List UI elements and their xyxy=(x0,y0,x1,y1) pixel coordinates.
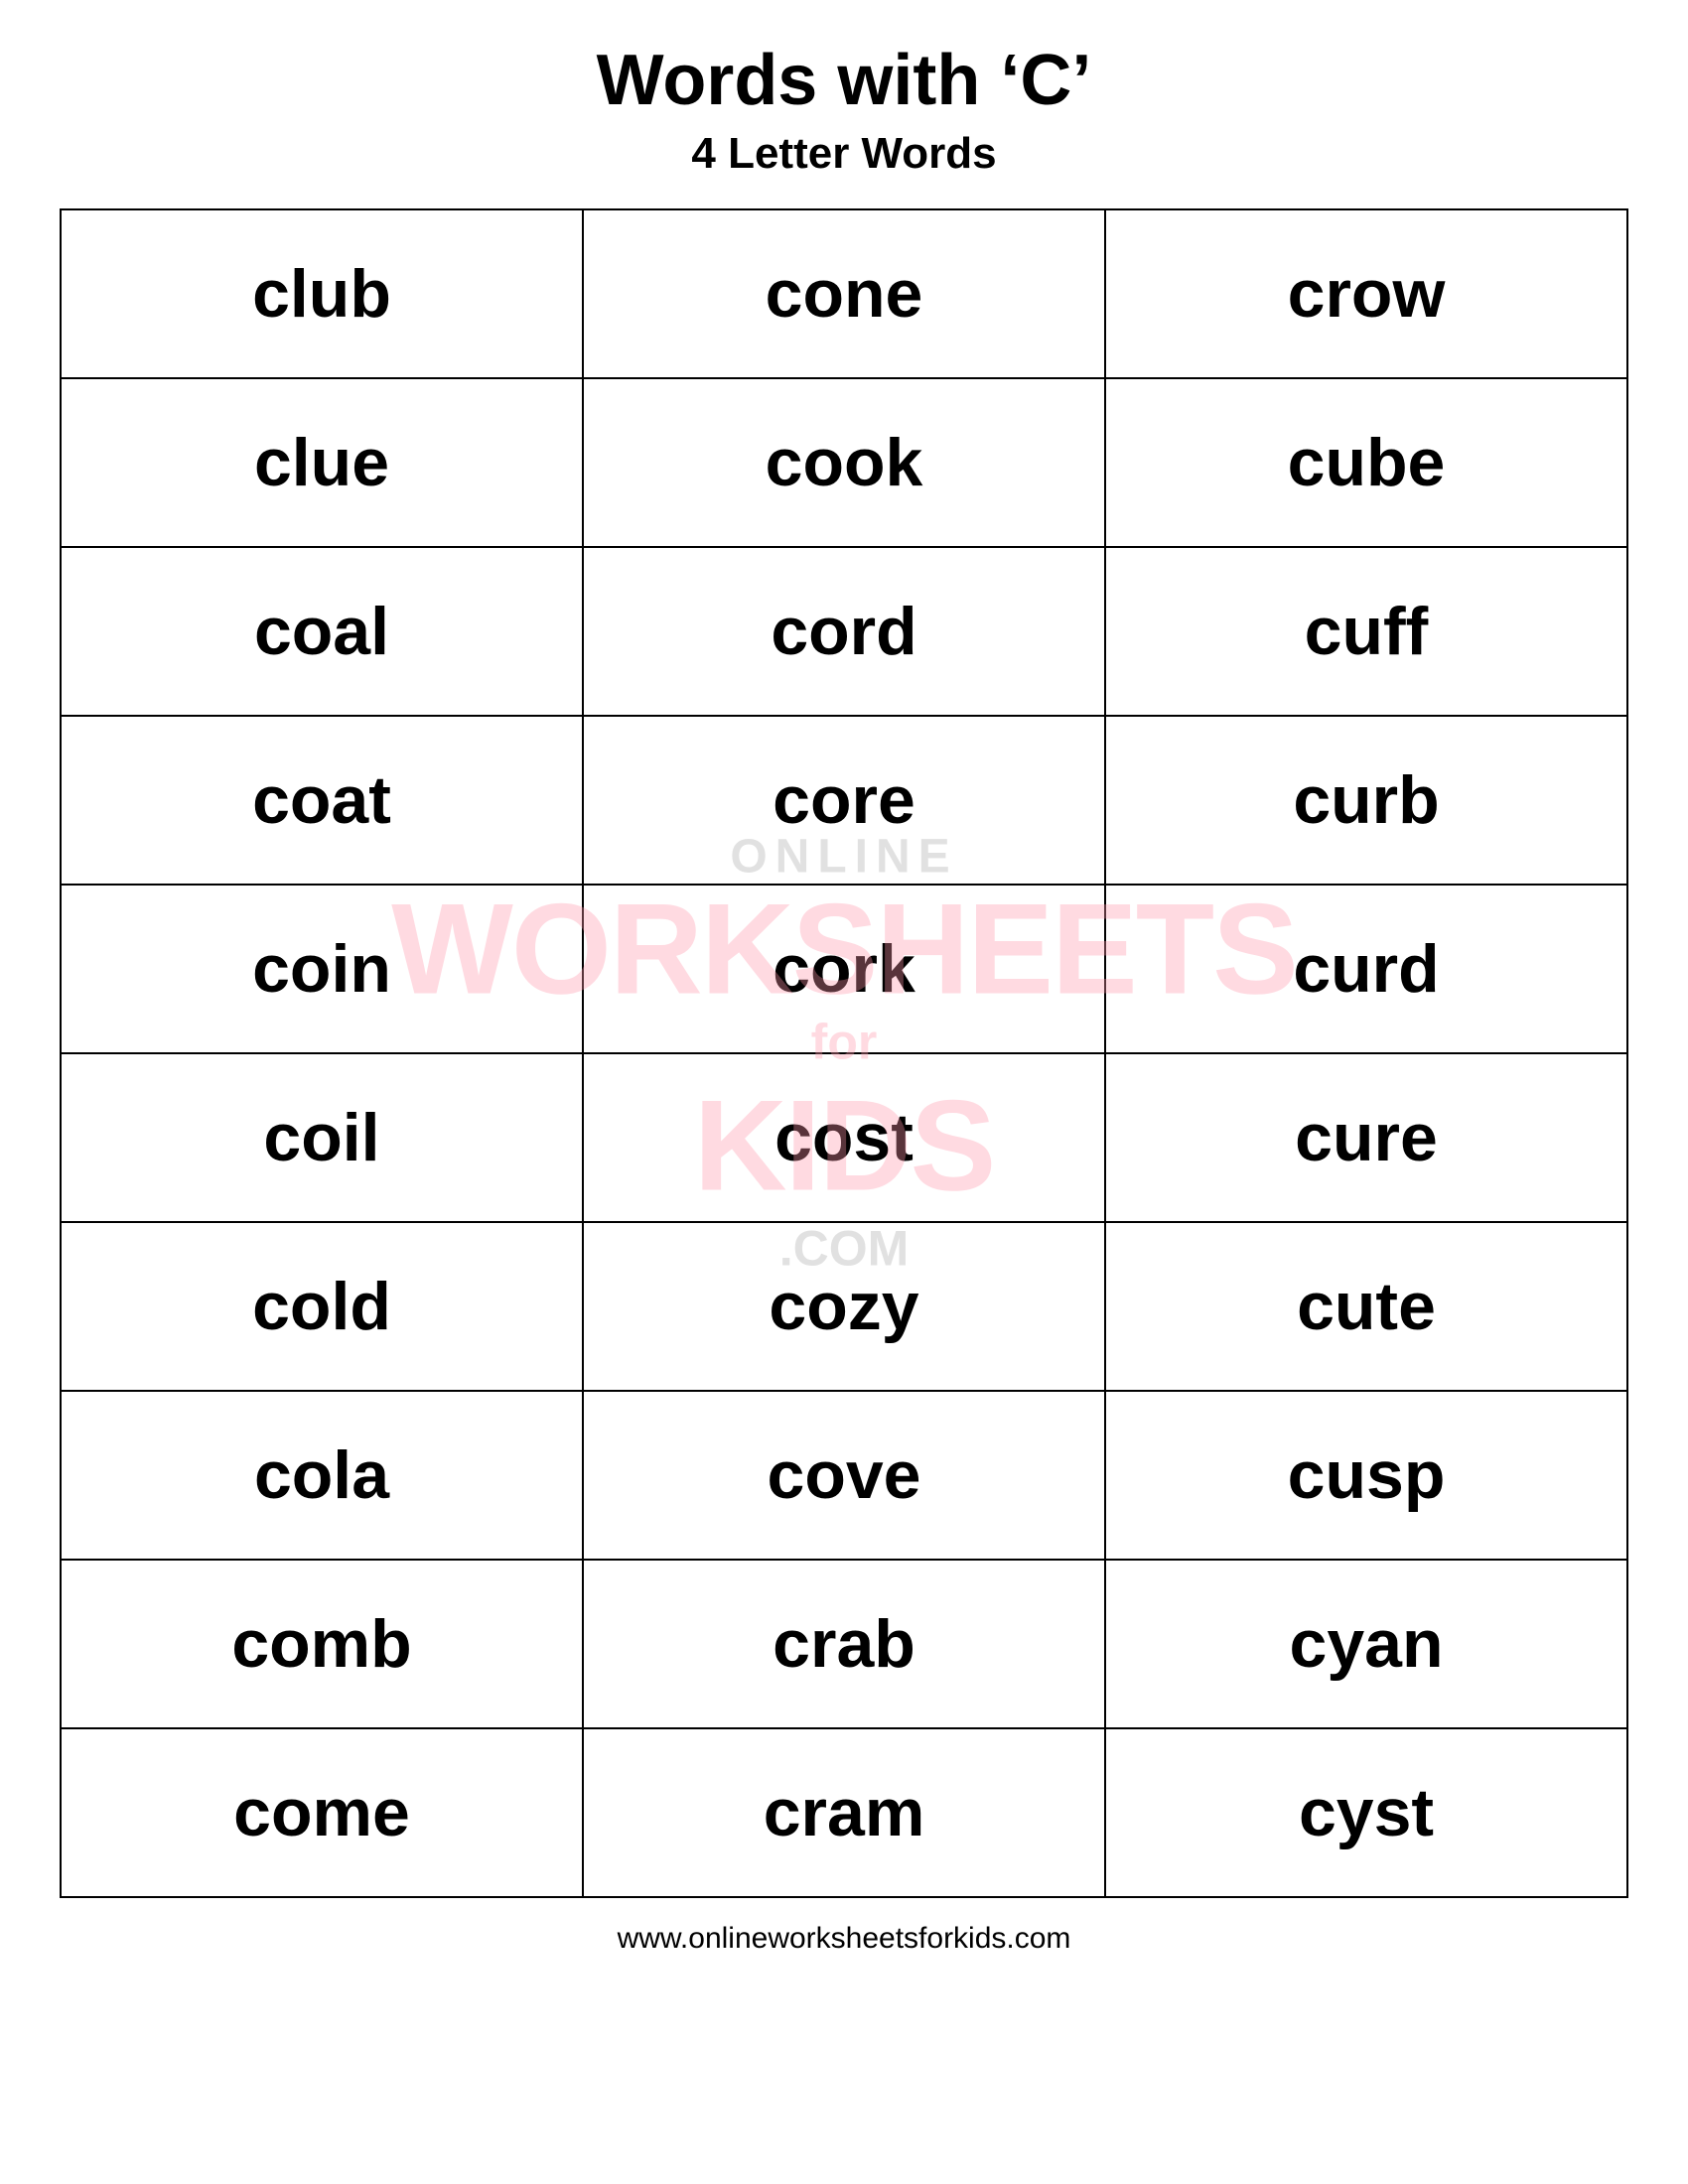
word-cyan: cyan xyxy=(1116,1605,1617,1683)
word-crow: crow xyxy=(1116,255,1617,333)
word-cost: cost xyxy=(594,1099,1094,1176)
table-cell-1-2: cube xyxy=(1105,378,1627,547)
table-cell-2-0: coal xyxy=(61,547,583,716)
table-cell-6-0: cold xyxy=(61,1222,583,1391)
table-cell-5-2: cure xyxy=(1105,1053,1627,1222)
word-core: core xyxy=(594,761,1094,839)
table-cell-4-0: coin xyxy=(61,885,583,1053)
table-cell-2-2: cuff xyxy=(1105,547,1627,716)
table-cell-2-1: cord xyxy=(583,547,1105,716)
table-cell-8-0: comb xyxy=(61,1560,583,1728)
table-cell-4-2: curd xyxy=(1105,885,1627,1053)
word-coat: coat xyxy=(71,761,572,839)
word-cram: cram xyxy=(594,1774,1094,1851)
table-cell-7-0: cola xyxy=(61,1391,583,1560)
word-cola: cola xyxy=(71,1436,572,1514)
table-row: cola cove cusp xyxy=(61,1391,1627,1560)
word-cure: cure xyxy=(1116,1099,1617,1176)
page-subtitle: 4 Letter Words xyxy=(691,129,996,179)
table-cell-9-1: cram xyxy=(583,1728,1105,1897)
word-comb: comb xyxy=(71,1605,572,1683)
word-coil: coil xyxy=(71,1099,572,1176)
table-row: coil cost cure xyxy=(61,1053,1627,1222)
table-row: coin cork curd xyxy=(61,885,1627,1053)
table-cell-3-1: core xyxy=(583,716,1105,885)
word-clue: clue xyxy=(71,424,572,501)
table-row: coat core curb xyxy=(61,716,1627,885)
table-row: clue cook cube xyxy=(61,378,1627,547)
word-cork: cork xyxy=(594,930,1094,1008)
word-curb: curb xyxy=(1116,761,1617,839)
word-crab: crab xyxy=(594,1605,1094,1683)
table-row: club cone crow xyxy=(61,209,1627,378)
footer-url: www.onlineworksheetsforkids.com xyxy=(618,1922,1071,1956)
word-cold: cold xyxy=(71,1268,572,1345)
table-row: come cram cyst xyxy=(61,1728,1627,1897)
table-cell-4-1: cork xyxy=(583,885,1105,1053)
word-cube: cube xyxy=(1116,424,1617,501)
table-row: cold cozy cute xyxy=(61,1222,1627,1391)
table-cell-7-2: cusp xyxy=(1105,1391,1627,1560)
table-cell-7-1: cove xyxy=(583,1391,1105,1560)
table-cell-1-0: clue xyxy=(61,378,583,547)
word-cook: cook xyxy=(594,424,1094,501)
word-coin: coin xyxy=(71,930,572,1008)
table-cell-9-2: cyst xyxy=(1105,1728,1627,1897)
table-cell-0-0: club xyxy=(61,209,583,378)
table-cell-0-1: cone xyxy=(583,209,1105,378)
page-title: Words with ‘C’ xyxy=(597,40,1092,121)
word-cuff: cuff xyxy=(1116,593,1617,670)
table-cell-9-0: come xyxy=(61,1728,583,1897)
table-cell-6-2: cute xyxy=(1105,1222,1627,1391)
word-cusp: cusp xyxy=(1116,1436,1617,1514)
word-cute: cute xyxy=(1116,1268,1617,1345)
word-cyst: cyst xyxy=(1116,1774,1617,1851)
table-cell-8-2: cyan xyxy=(1105,1560,1627,1728)
table-cell-6-1: cozy xyxy=(583,1222,1105,1391)
table-cell-3-0: coat xyxy=(61,716,583,885)
word-table: club cone crow clue cook cube coal cord cuff coat… xyxy=(60,208,1628,1898)
word-cozy: cozy xyxy=(594,1268,1094,1345)
table-cell-8-1: crab xyxy=(583,1560,1105,1728)
word-cord: cord xyxy=(594,593,1094,670)
table-cell-3-2: curb xyxy=(1105,716,1627,885)
table-cell-1-1: cook xyxy=(583,378,1105,547)
table-row: comb crab cyan xyxy=(61,1560,1627,1728)
word-coal: coal xyxy=(71,593,572,670)
table-cell-0-2: crow xyxy=(1105,209,1627,378)
word-cone: cone xyxy=(594,255,1094,333)
word-club: club xyxy=(71,255,572,333)
table-cell-5-0: coil xyxy=(61,1053,583,1222)
word-cove: cove xyxy=(594,1436,1094,1514)
table-container: ONLINE WORKSHEETS for KIDS .COM clubcone… xyxy=(60,208,1628,1898)
word-curd: curd xyxy=(1116,930,1617,1008)
table-row: coal cord cuff xyxy=(61,547,1627,716)
table-cell-5-1: cost xyxy=(583,1053,1105,1222)
word-come: come xyxy=(71,1774,572,1851)
